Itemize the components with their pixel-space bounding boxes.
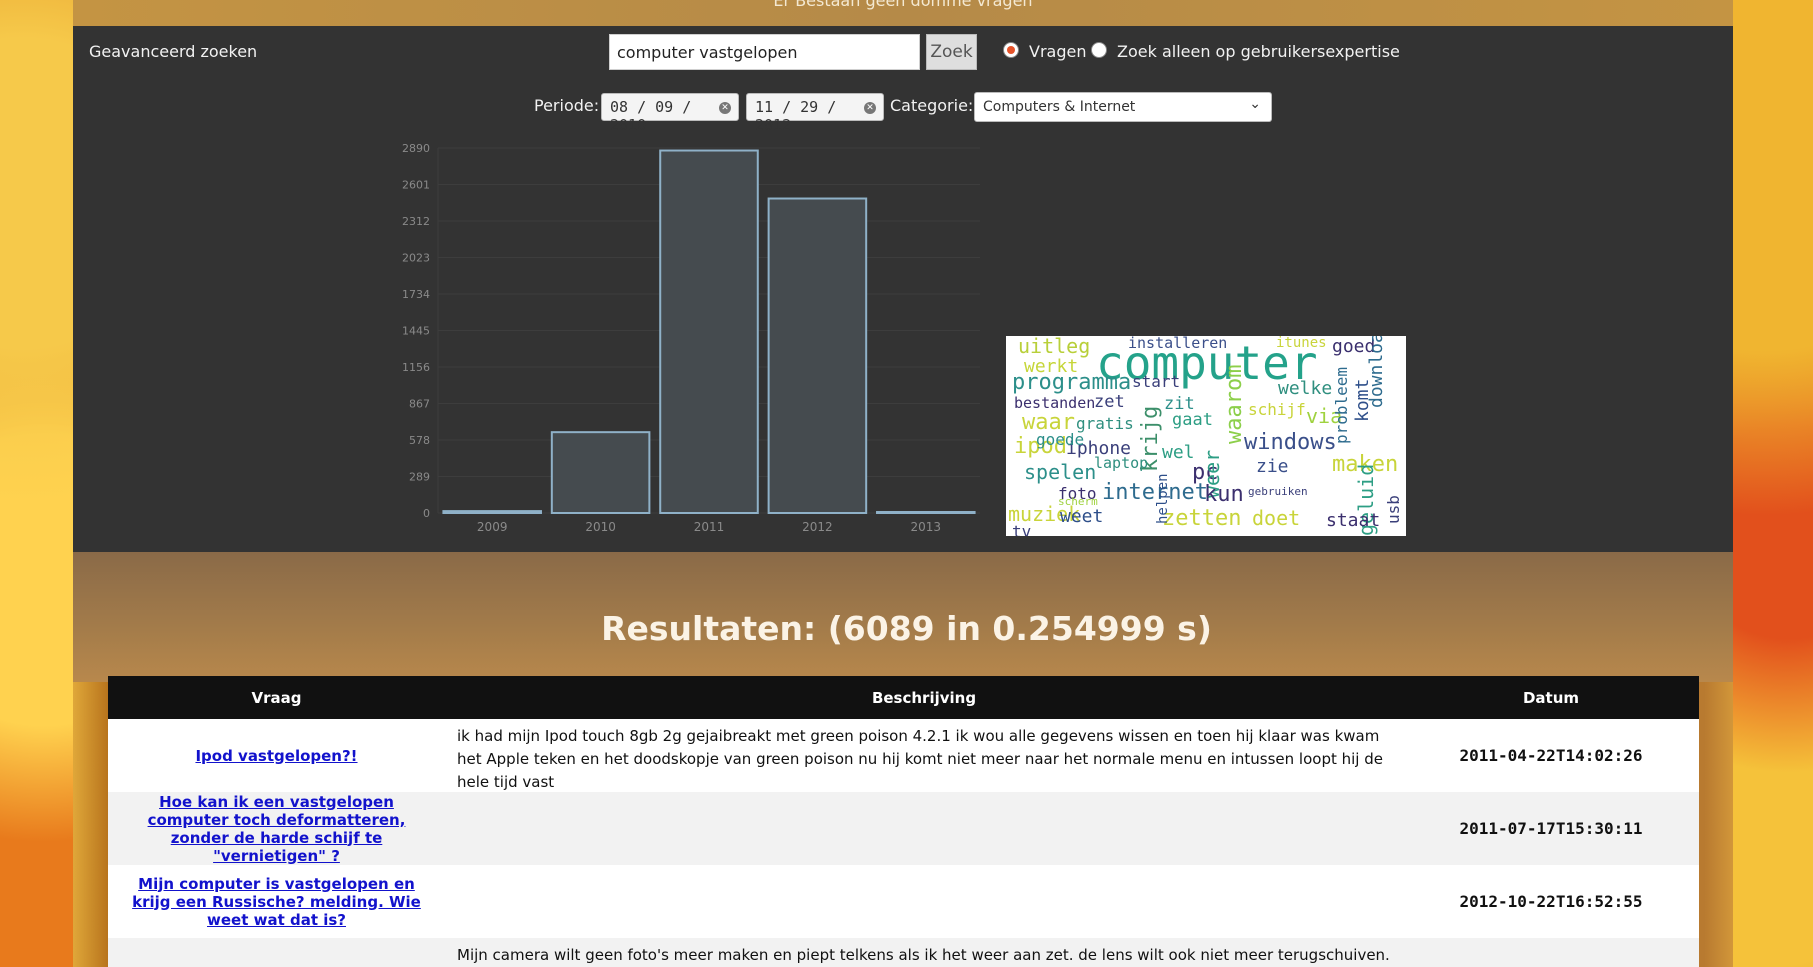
y-tick-label: 0: [423, 507, 430, 520]
word-cloud-word: gratis: [1076, 414, 1134, 433]
word-cloud-word: gebruiken: [1248, 485, 1308, 498]
bar-2012: [767, 197, 868, 514]
y-tick-label: 867: [409, 398, 430, 411]
categorie-value: Computers & Internet: [983, 99, 1136, 115]
advanced-search-link[interactable]: Geavanceerd zoeken: [89, 42, 257, 61]
date-cell: 2011-07-17T15:30:11: [1459, 819, 1643, 838]
word-cloud-word: usb: [1384, 495, 1403, 524]
x-tick-label: 2012: [802, 520, 833, 534]
column-header-datum: Datum: [1522, 688, 1580, 707]
y-tick-label: 289: [409, 471, 430, 484]
column-header-vraag: Vraag: [251, 688, 302, 707]
y-tick-label: 2023: [402, 252, 430, 265]
radio-questions-label: Vragen: [1029, 42, 1087, 61]
word-cloud-word: wel: [1162, 442, 1195, 463]
results-title: Resultaten: (6089 in 0.254999 s): [601, 609, 1212, 648]
search-input[interactable]: [609, 34, 920, 70]
word-cloud: computer uitleg installeren itunes goed werkt…: [1006, 336, 1406, 536]
table-row: Mijn computer is vastgelopen en krijg ee…: [108, 865, 1699, 938]
word-cloud-word: kun: [1204, 482, 1244, 507]
word-cloud-word: tv: [1012, 522, 1032, 537]
chart-svg: 0 289 578 867 1156 1445 1734 2023 2312 2601 2890 20…: [402, 142, 980, 534]
results-table-header: Vraag Beschrijving Datum: [108, 676, 1699, 719]
question-cell: [108, 938, 445, 967]
word-cloud-word: installeren: [1128, 336, 1228, 352]
y-tick-label: 2890: [402, 142, 430, 155]
background-right: [1733, 0, 1813, 967]
word-cloud-word: doet: [1252, 506, 1301, 530]
word-cloud-word: staat: [1326, 510, 1381, 531]
x-tick-label: 2011: [694, 520, 725, 534]
word-cloud-word: probleem: [1332, 366, 1351, 444]
categorie-label: Categorie:: [890, 96, 974, 115]
clear-date-to-icon[interactable]: ✕: [864, 102, 876, 114]
periode-label: Periode:: [534, 96, 600, 115]
description-cell: [445, 792, 1403, 865]
radio-expertise-label: Zoek alleen op gebruikersexpertise: [1117, 42, 1400, 61]
word-cloud-word: windows: [1244, 430, 1337, 455]
y-tick-label: 1445: [402, 325, 430, 338]
radio-questions[interactable]: [1003, 42, 1019, 58]
bar-2010: [550, 431, 651, 515]
categorie-select[interactable]: Computers & Internet ⌄: [974, 92, 1272, 122]
table-row: Mijn camera wilt geen foto's meer maken …: [108, 938, 1699, 967]
word-cloud-word: laptop: [1094, 454, 1149, 472]
word-cloud-word: welke: [1278, 378, 1333, 399]
word-cloud-word: downloaden: [1366, 336, 1387, 408]
search-button[interactable]: Zoek: [926, 34, 977, 70]
y-tick-label: 2312: [402, 215, 430, 228]
clear-date-from-icon[interactable]: ✕: [719, 102, 731, 114]
word-cloud-word: gaat: [1172, 410, 1213, 430]
question-cell: Ipod vastgelopen?!: [108, 719, 445, 792]
bar-2009: [442, 510, 542, 514]
chevron-down-icon: ⌄: [1249, 96, 1261, 112]
y-tick-label: 2601: [402, 179, 430, 192]
word-cloud-word: zetten: [1162, 506, 1242, 531]
word-cloud-word: zie: [1256, 456, 1289, 477]
date-from-input[interactable]: 08 / 09 / 2010 ✕: [601, 93, 739, 134]
date-cell: 2011-04-22T14:02:26: [1459, 746, 1643, 765]
y-tick-label: 1734: [402, 288, 430, 301]
date-cell: 2012-10-22T16:52:55: [1459, 892, 1643, 911]
word-cloud-word: goede: [1036, 430, 1085, 449]
word-cloud-word: weet: [1060, 506, 1104, 527]
word-cloud-word: itunes: [1276, 336, 1327, 351]
bar-2011: [659, 149, 759, 515]
site-tagline: Er Bestaan geen domme vragen: [773, 0, 1033, 10]
word-cloud-word: scherm: [1058, 495, 1098, 508]
x-tick-label: 2013: [911, 520, 942, 534]
word-cloud-word: schijf: [1248, 400, 1306, 419]
word-cloud-word: programma: [1012, 370, 1132, 395]
table-row: Hoe kan ik een vastgelopen computer toch…: [108, 792, 1699, 865]
date-cell: [1403, 938, 1699, 967]
y-tick-label: 1156: [402, 361, 430, 374]
description-cell: Mijn camera wilt geen foto's meer maken …: [457, 946, 1390, 964]
bar-2013: [876, 510, 976, 515]
word-cloud-word: spelen: [1024, 460, 1097, 484]
question-link[interactable]: Ipod vastgelopen?!: [195, 747, 357, 765]
word-cloud-word: waarom: [1222, 364, 1247, 444]
question-cell: Hoe kan ik een vastgelopen computer toch…: [108, 792, 445, 865]
y-tick-label: 578: [409, 434, 430, 447]
questions-per-year-chart: 0 289 578 867 1156 1445 1734 2023 2312 2601 2890 20…: [385, 130, 985, 540]
date-to-input[interactable]: 11 / 29 / 2012 ✕: [746, 93, 884, 134]
column-header-beschrijving: Beschrijving: [871, 688, 977, 707]
word-cloud-word: bestanden: [1014, 394, 1096, 412]
results-table: Vraag Beschrijving Datum Ipod vastgelope…: [108, 676, 1699, 967]
word-cloud-word: helpen: [1155, 473, 1171, 524]
x-tick-label: 2009: [477, 520, 508, 534]
question-link[interactable]: Hoe kan ik een vastgelopen computer toch…: [120, 793, 433, 865]
question-cell: Mijn computer is vastgelopen en krijg ee…: [108, 865, 445, 938]
word-cloud-word: zet: [1094, 392, 1125, 412]
description-cell: [445, 865, 1403, 938]
radio-expertise[interactable]: [1091, 42, 1107, 58]
x-tick-label: 2010: [585, 520, 616, 534]
word-cloud-word: uitleg: [1018, 336, 1091, 358]
table-row: Ipod vastgelopen?! ik had mijn Ipod touc…: [108, 719, 1699, 792]
header-bar: Er Bestaan geen domme vragen: [73, 0, 1733, 26]
question-link[interactable]: Mijn computer is vastgelopen en krijg ee…: [120, 875, 433, 929]
description-cell: ik had mijn Ipod touch 8gb 2g gejaibreak…: [457, 727, 1383, 791]
background-left: [0, 0, 73, 967]
word-cloud-word: start: [1132, 372, 1181, 391]
